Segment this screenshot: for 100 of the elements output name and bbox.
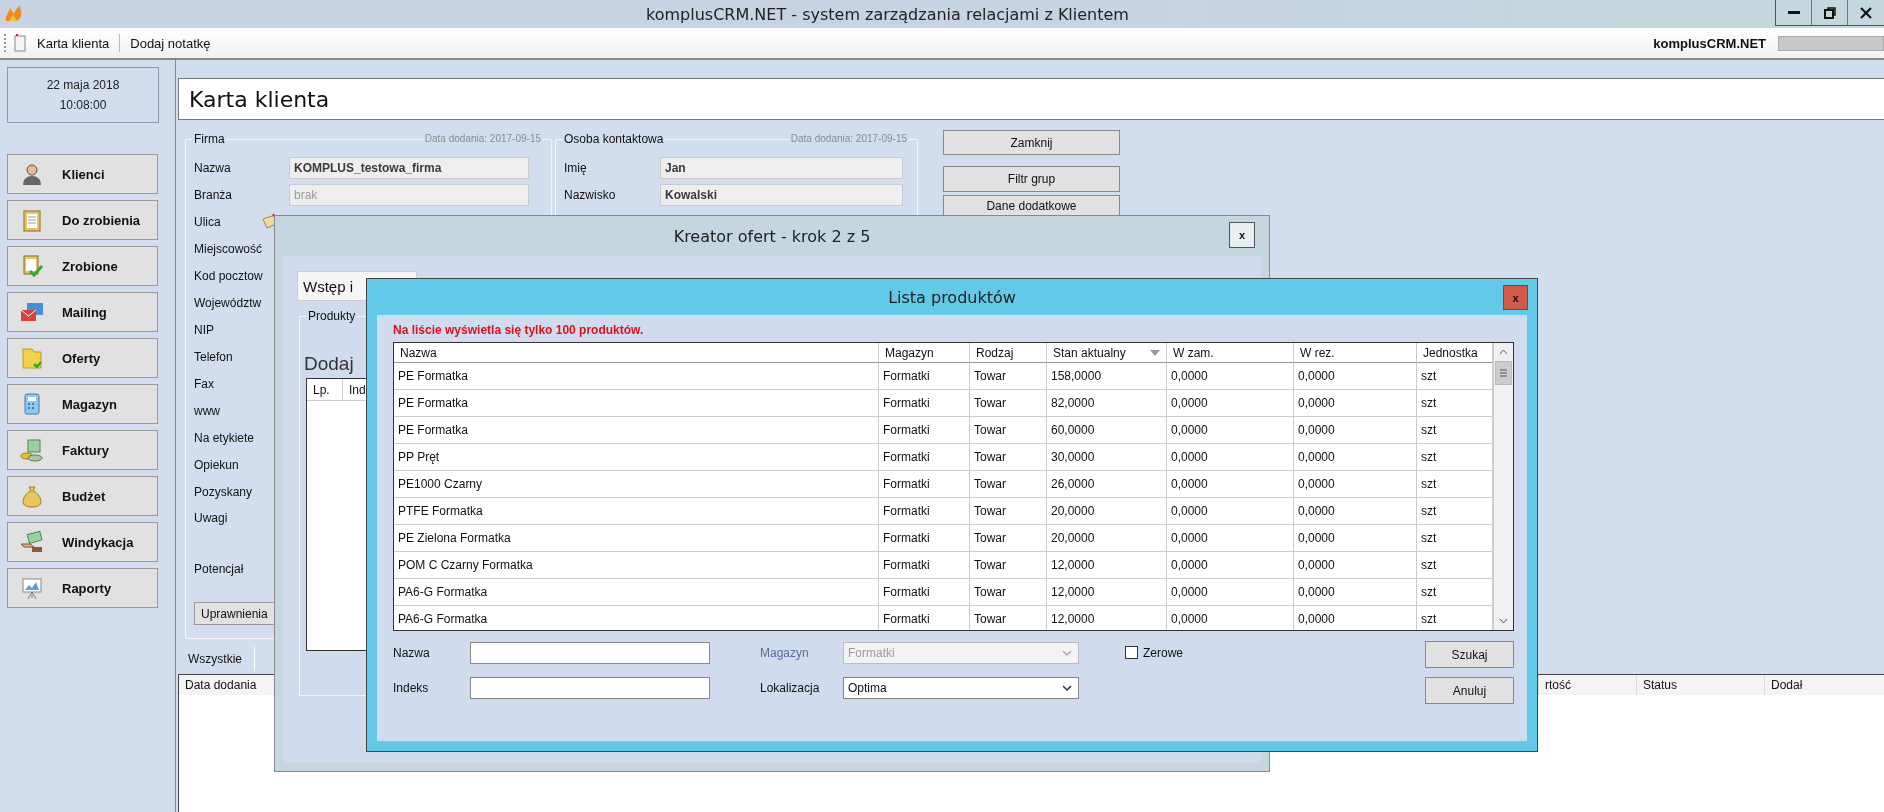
envelope-icon [20, 300, 44, 324]
close-button[interactable]: x [1503, 285, 1528, 310]
permissions-button[interactable]: Uprawnienia [194, 602, 275, 625]
table-cell: 12,0000 [1047, 579, 1167, 606]
table-cell: 82,0000 [1047, 390, 1167, 417]
brand-name: komplusCRM.NET [1653, 35, 1766, 51]
sidebar-button[interactable]: Budżet [7, 476, 158, 516]
chart-board-icon [20, 576, 44, 600]
field-label: Ulica [194, 214, 221, 229]
table-cell: PE Formatka [394, 363, 879, 390]
sidebar-button[interactable]: Zrobione [7, 246, 158, 286]
group-title: Osoba kontaktowa [562, 132, 666, 146]
hand-money-icon [20, 530, 44, 554]
dialog-title: Kreator ofert - krok 2 z 5 [673, 226, 871, 246]
restore-icon [1823, 6, 1836, 19]
table-cell: Formatki [879, 498, 970, 525]
table-cell: 12,0000 [1047, 552, 1167, 579]
table-cell: 60,0000 [1047, 417, 1167, 444]
close-button[interactable]: x [1229, 222, 1255, 248]
field-label: Fax [194, 376, 214, 391]
tab[interactable]: Wszystkie [184, 647, 255, 671]
table-cell: 158,0000 [1047, 363, 1167, 390]
table-cell: Formatki [879, 390, 970, 417]
table-cell: 12,0000 [1047, 606, 1167, 630]
checkbox[interactable] [1125, 646, 1138, 659]
action-button[interactable]: Zamknij [943, 130, 1120, 155]
text-field[interactable] [470, 641, 710, 664]
dropdown[interactable]: Optima [843, 676, 1079, 699]
table-cell: 0,0000 [1294, 471, 1417, 498]
column-header[interactable]: Magazyn [879, 343, 970, 363]
table-cell: 0,0000 [1167, 498, 1294, 525]
coins-icon [20, 438, 44, 462]
field-label: Magazyn [760, 645, 810, 660]
sidebar-button[interactable]: Magazyn [7, 384, 158, 424]
sort-icon [1150, 349, 1160, 356]
chevron-down-icon [1062, 684, 1072, 691]
field-label: Województw [194, 295, 262, 310]
text-field[interactable]: Kowalski [660, 183, 903, 206]
sidebar-button[interactable]: Klienci [7, 154, 158, 194]
field-label: Nazwa [393, 645, 431, 660]
text-field[interactable] [470, 676, 710, 699]
date-added: Data dodania: 2017-09-15 [422, 133, 543, 144]
table-cell: Towar [970, 606, 1047, 630]
table-cell: 0,0000 [1294, 579, 1417, 606]
sidebar-button[interactable]: Raporty [7, 568, 158, 608]
table-cell: 0,0000 [1167, 363, 1294, 390]
sidebar-button[interactable]: Mailing [7, 292, 158, 332]
sidebar-button[interactable]: Oferty [7, 338, 158, 378]
action-button[interactable]: Filtr grup [943, 166, 1120, 192]
clipboard-check-icon [20, 254, 44, 278]
table-cell: Towar [970, 498, 1047, 525]
scrollbar[interactable] [1493, 343, 1513, 630]
table-cell: Towar [970, 363, 1047, 390]
action-button[interactable]: Dane dodatkowe [943, 195, 1120, 217]
dialog-title: Lista produktów [888, 287, 1016, 307]
page-title: Karta klienta [178, 78, 1884, 120]
column-header[interactable]: W zam. [1167, 343, 1294, 363]
column-header[interactable]: Rodzaj [970, 343, 1047, 363]
table-cell: 0,0000 [1167, 606, 1294, 630]
field-label: Pozyskany [194, 484, 253, 499]
window-title: komplusCRM.NET - system zarządzania relacjami z Klientem [646, 4, 1129, 24]
table-cell: PE Formatka [394, 390, 879, 417]
folder-icon [20, 346, 44, 370]
column-header[interactable]: W rez. [1294, 343, 1417, 363]
table-cell: 0,0000 [1294, 417, 1417, 444]
date-text: 22 maja 2018 [46, 78, 120, 92]
table-cell: 20,0000 [1047, 498, 1167, 525]
field-label: Imię [564, 160, 587, 175]
column-header: rtość [1539, 675, 1637, 695]
sidebar-button[interactable]: Windykacja [7, 522, 158, 562]
clipboard-icon [20, 208, 44, 232]
column-header: Dodał [1765, 675, 1884, 695]
column-header[interactable]: Stan aktualny [1047, 343, 1167, 363]
table-cell: Towar [970, 525, 1047, 552]
checkbox-label: Zerowe [1143, 645, 1184, 660]
sidebar-button[interactable]: Do zrobienia [7, 200, 158, 240]
table-cell: 0,0000 [1167, 471, 1294, 498]
table-cell: 0,0000 [1294, 390, 1417, 417]
table-cell: PP Pręt [394, 444, 879, 471]
table-cell: 20,0000 [1047, 525, 1167, 552]
text-field[interactable]: KOMPLUS_testowa_firma [289, 156, 529, 179]
toolbar-item[interactable]: Dodaj notatkę [126, 35, 215, 51]
toolbar-item[interactable]: Karta klienta [33, 35, 114, 51]
text-field[interactable]: brak [289, 183, 529, 206]
text-field[interactable]: Jan [660, 156, 903, 179]
field-label: Uwagi [194, 511, 228, 525]
table-cell: PE Zielona Formatka [394, 525, 879, 552]
group-title: Produkty [306, 309, 358, 323]
dialog-button[interactable]: Szukaj [1425, 641, 1514, 668]
date-added: Data dodania: 2017-09-15 [788, 133, 909, 144]
column-header[interactable]: Nazwa [394, 343, 879, 363]
close-icon [1860, 6, 1872, 19]
dialog-button[interactable]: Anuluj [1425, 677, 1514, 704]
time-text: 10:08:00 [59, 98, 107, 112]
sidebar-button[interactable]: Faktury [7, 430, 158, 470]
table-cell: PA6-G Formatka [394, 606, 879, 630]
minimize-icon [1787, 10, 1800, 15]
table-cell: PE1000 Czarny [394, 471, 879, 498]
field-label: Opiekun [194, 457, 239, 472]
table-cell: 0,0000 [1167, 579, 1294, 606]
